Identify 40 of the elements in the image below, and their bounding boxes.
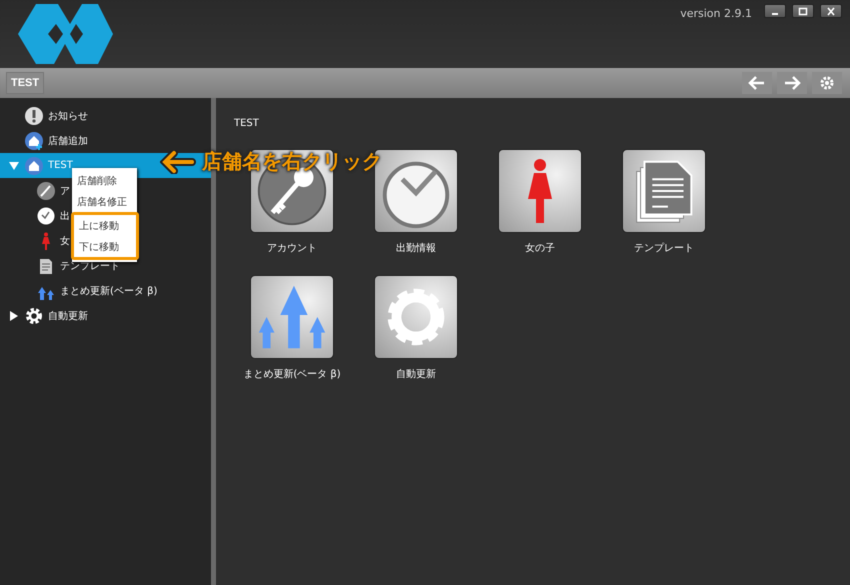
tile-label: まとめ更新(ベータ β) <box>243 368 341 381</box>
settings-icon <box>818 74 836 92</box>
sidebar-item[interactable]: 店舗追加 <box>0 128 211 153</box>
tile-button[interactable] <box>498 149 582 233</box>
close-button[interactable] <box>820 4 842 18</box>
forward-arrow-icon <box>783 74 801 92</box>
arrow-icon <box>160 150 196 174</box>
sidebar-item[interactable]: 女 <box>0 228 72 253</box>
settings-button[interactable] <box>812 72 842 94</box>
logo-icon <box>18 2 113 66</box>
sidebar-item[interactable]: お知らせ <box>0 103 211 128</box>
exclamation-icon <box>24 106 44 126</box>
tile-label: 出勤情報 <box>396 242 436 255</box>
sidebar-item[interactable]: まとめ更新(ベータ β) <box>0 278 160 303</box>
tile-label: テンプレート <box>634 242 694 255</box>
collapsed-triangle-icon[interactable] <box>8 310 20 320</box>
sidebar-item[interactable]: ア <box>0 178 72 203</box>
tile-label: アカウント <box>267 242 317 255</box>
sidebar-item[interactable]: 出 <box>0 203 72 228</box>
gear-icon <box>24 306 44 326</box>
minimize-button[interactable] <box>764 4 786 18</box>
forward-button[interactable] <box>777 72 807 94</box>
tile-label: 女の子 <box>525 242 555 255</box>
expanded-triangle-icon[interactable] <box>8 162 20 170</box>
tile-label: 自動更新 <box>396 368 436 381</box>
house-icon <box>24 156 44 176</box>
house-plus-icon <box>24 130 44 150</box>
page-heading: TEST <box>234 118 260 129</box>
maximize-button[interactable] <box>792 4 814 18</box>
version-label: version 2.9.1 <box>680 7 752 20</box>
menu-item[interactable]: 上に移動 <box>74 215 136 236</box>
sidebar-item[interactable]: 自動更新 <box>0 303 211 328</box>
menu-item[interactable]: 店舗名修正 <box>72 191 137 212</box>
woman-drawing <box>527 158 553 224</box>
maximize-icon <box>797 6 809 16</box>
minimize-icon <box>772 13 778 15</box>
close-icon <box>825 6 837 16</box>
clock-icon <box>36 206 56 226</box>
back-arrow-icon <box>748 74 766 92</box>
back-button[interactable] <box>742 72 772 94</box>
